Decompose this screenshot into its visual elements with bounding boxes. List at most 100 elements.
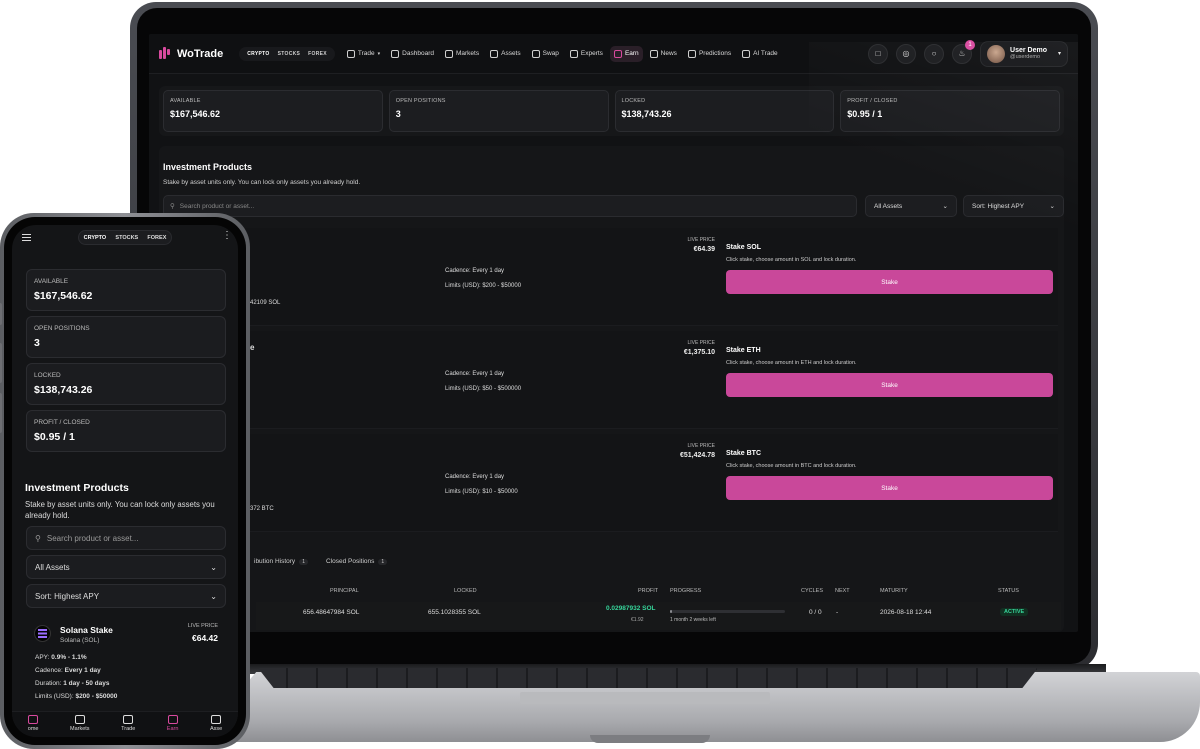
asset-filter-value: All Assets — [35, 562, 70, 572]
col-next: NEXT — [835, 588, 850, 594]
asset-filter-select[interactable]: All Assets ⌄ — [865, 195, 957, 217]
live-price-label: LIVE PRICE — [687, 340, 715, 346]
progress-bar-fill — [670, 610, 673, 613]
nav-item-experts[interactable]: Experts — [566, 46, 607, 62]
brand-logo[interactable]: WoTrade — [159, 46, 223, 61]
trade-icon — [123, 715, 134, 724]
nav-item-label: AI Trade — [753, 50, 778, 57]
predictions-icon — [687, 49, 696, 58]
swap-icon — [531, 49, 540, 58]
nav-item-label: Predictions — [698, 50, 732, 57]
segment-crypto[interactable]: CRYPTO — [244, 50, 272, 58]
stat-profit-closed: PROFIT / CLOSED $0.95 / 1 — [840, 90, 1060, 132]
stat-label: OPEN POSITIONS — [34, 325, 90, 332]
sort-value: Sort: Highest APY — [35, 591, 100, 601]
mobile-asset-filter-select[interactable]: All Assets ⌄ — [26, 555, 226, 579]
nav-item-dashboard[interactable]: Dashboard — [387, 46, 438, 62]
nav-item-assets[interactable]: Assets — [486, 46, 525, 62]
wallet-icon — [613, 49, 622, 58]
nav-menu: Trade ▾ Dashboard Markets Assets Swap Exp… — [343, 45, 782, 62]
avatar — [987, 44, 1006, 63]
col-profit: PROFIT — [638, 588, 659, 594]
mobile-sort-select[interactable]: Sort: Highest APY ⌄ — [26, 584, 226, 608]
product-card-eth: Cadence: Every 1 day Limits (USD): $50 -… — [163, 331, 1058, 429]
tab-label: Closed Positions — [325, 558, 375, 565]
nav-item-ai-trade[interactable]: AI Trade — [738, 46, 782, 62]
tab-count: 1 — [299, 559, 308, 565]
stat-locked: LOCKED $138,743.26 — [614, 90, 835, 132]
bottom-nav-trade[interactable]: Trade — [121, 712, 135, 737]
bottom-nav-home[interactable]: ome — [27, 712, 39, 737]
mobile-product-card[interactable]: Solana Stake Solana (SOL) LIVE PRICE €64… — [26, 617, 226, 707]
user-name: User Demo — [1010, 46, 1047, 54]
stake-button-eth[interactable]: Stake — [726, 373, 1053, 397]
stat-value: $138,743.26 — [621, 109, 672, 119]
bottom-nav-assets[interactable]: Asse — [210, 712, 222, 737]
segment-crypto[interactable]: CRYPTO — [84, 235, 107, 241]
tab-distribution-history[interactable]: ibution History 1 — [254, 558, 308, 565]
document-icon: □ — [875, 49, 881, 58]
stat-label: AVAILABLE — [170, 98, 201, 104]
trade-icon — [346, 49, 355, 58]
stake-title: Stake ETH — [726, 347, 761, 354]
table-row[interactable]: 656.48647984 SOL 655.1028355 SOL 0.02987… — [256, 602, 1061, 630]
stake-button-sol[interactable]: Stake — [726, 270, 1053, 294]
section-subtitle: Stake by asset units only. You can lock … — [163, 179, 361, 186]
stat-value: 3 — [395, 109, 401, 119]
language-button[interactable]: ◎ — [896, 43, 917, 64]
stake-button-btc[interactable]: Stake — [726, 476, 1053, 500]
mobile-stat-open-positions: OPEN POSITIONS 3 — [26, 316, 226, 358]
more-options-button[interactable]: ⋮ — [222, 231, 232, 241]
tab-label: ibution History — [254, 558, 296, 565]
chat-button[interactable]: ○ — [924, 43, 945, 64]
chevron-down-icon: ⌄ — [210, 562, 217, 572]
tab-closed-positions[interactable]: Closed Positions 1 — [325, 558, 388, 565]
nav-item-trade[interactable]: Trade ▾ — [343, 46, 384, 62]
nav-item-label: News — [660, 50, 677, 57]
search-input[interactable]: ⚲ Search product or asset... — [163, 195, 857, 217]
segment-forex[interactable]: FOREX — [147, 235, 166, 241]
robot-icon — [742, 49, 751, 58]
nav-item-swap[interactable]: Swap — [528, 46, 563, 62]
col-status: STATUS — [998, 588, 1019, 594]
limits-value: $200 - $50000 — [75, 693, 118, 700]
mobile-stat-available: AVAILABLE $167,546.62 — [26, 269, 226, 311]
apy-value: 0.9% - 1.1% — [51, 654, 87, 661]
user-menu[interactable]: User Demo @userdemo ▾ — [980, 40, 1068, 67]
chevron-down-icon: ▾ — [377, 50, 381, 57]
mobile-menu-button[interactable] — [22, 234, 31, 241]
nav-item-news[interactable]: News — [646, 46, 681, 62]
live-price-label: LIVE PRICE — [687, 237, 715, 243]
document-button[interactable]: □ — [868, 43, 889, 64]
apy-label: APY: — [35, 654, 50, 661]
col-cycles: CYCLES — [801, 588, 824, 594]
mobile-search-input[interactable]: ⚲ Search product or asset... — [26, 526, 226, 550]
product-cadence: Cadence: Every 1 day — [445, 268, 505, 274]
live-price-value: €1,375.10 — [683, 349, 715, 356]
bottom-nav-label: Markets — [70, 726, 90, 732]
user-handle: @userdemo — [1010, 54, 1041, 61]
segment-forex[interactable]: FOREX — [305, 50, 330, 58]
nav-item-markets[interactable]: Markets — [441, 46, 483, 62]
segment-stocks[interactable]: STOCKS — [275, 50, 304, 58]
section-title: Investment Products — [163, 162, 253, 172]
bottom-nav-markets[interactable]: Markets — [70, 712, 90, 737]
sort-select[interactable]: Sort: Highest APY ⌄ — [963, 195, 1064, 217]
product-limits: Limits (USD): $10 - $50000 — [445, 489, 518, 495]
stat-open-positions: OPEN POSITIONS 3 — [388, 90, 609, 132]
product-limits: Limits (USD): $50 - $500000 — [445, 386, 522, 392]
duration-value: 1 day - 50 days — [63, 680, 110, 687]
bottom-nav-label: ome — [27, 726, 39, 732]
segment-stocks[interactable]: STOCKS — [115, 235, 138, 241]
nav-item-predictions[interactable]: Predictions — [684, 46, 735, 62]
sort-value: Sort: Highest APY — [972, 202, 1025, 210]
notifications-button[interactable]: ♨ 1 — [952, 39, 976, 64]
product-name-fragment: e — [250, 343, 255, 352]
bottom-nav-earn[interactable]: Earn — [167, 712, 178, 737]
bottom-nav-label: Asse — [209, 726, 223, 732]
nav-item-earn[interactable]: Earn — [609, 45, 643, 62]
live-price-label: LIVE PRICE — [187, 623, 218, 629]
search-icon: ⚲ — [35, 533, 41, 543]
mobile-stat-profit-closed: PROFIT / CLOSED $0.95 / 1 — [26, 410, 226, 452]
product-card-sol: Cadence: Every 1 day Limits (USD): $200 … — [163, 228, 1058, 326]
